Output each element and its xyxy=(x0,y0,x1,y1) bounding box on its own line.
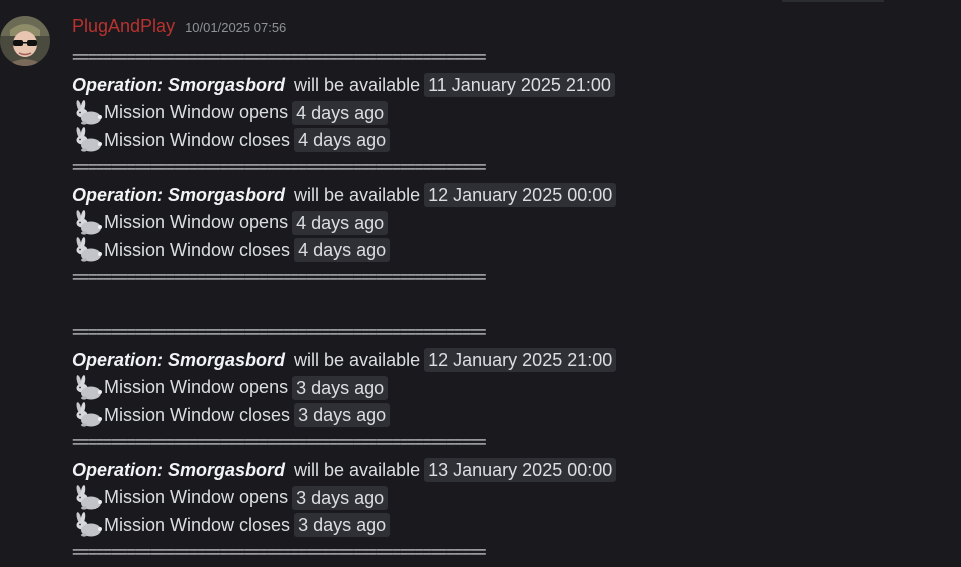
username[interactable]: PlugAndPlay xyxy=(72,16,175,37)
availability-line: Operation: Smorgasbord will be available… xyxy=(72,182,952,210)
window-closes-line: Mission Window closes 4 days ago xyxy=(72,237,952,265)
availability-text: will be available xyxy=(294,74,421,95)
window-closes-line: Mission Window closes 4 days ago xyxy=(72,127,952,155)
message-header: PlugAndPlay 10/01/2025 07:56 xyxy=(72,16,286,42)
message-timestamp[interactable]: 10/01/2025 07:56 xyxy=(185,20,286,35)
relative-time-chip[interactable]: 3 days ago xyxy=(292,485,389,510)
window-opens-line: Mission Window opens 4 days ago xyxy=(72,209,952,237)
availability-line: Operation: Smorgasbord will be available… xyxy=(72,347,952,375)
chat-message: PlugAndPlay 10/01/2025 07:56 ===========… xyxy=(0,0,961,567)
window-opens-label: Mission Window opens xyxy=(104,212,289,232)
window-opens-line: Mission Window opens 3 days ago xyxy=(72,374,952,402)
rabbit-icon xyxy=(72,99,102,126)
rabbit-icon xyxy=(72,484,102,511)
window-closes-label: Mission Window closes xyxy=(104,404,291,425)
window-opens-line: Mission Window opens 3 days ago xyxy=(72,484,952,512)
separator-line: ========================================… xyxy=(72,434,487,451)
window-closes-label: Mission Window closes xyxy=(104,239,291,260)
window-opens-label: Mission Window opens xyxy=(104,377,289,397)
operation-name: Operation: Smorgasbord xyxy=(72,459,286,480)
window-opens-line: Mission Window opens 4 days ago xyxy=(72,99,952,127)
rabbit-icon xyxy=(72,402,102,428)
operation-name: Operation: Smorgasbord xyxy=(72,74,286,95)
operation-name: Operation: Smorgasbord xyxy=(72,184,286,205)
rabbit-icon xyxy=(72,512,102,538)
window-closes-line: Mission Window closes 3 days ago xyxy=(72,402,952,430)
rabbit-icon xyxy=(72,209,102,236)
window-opens-label: Mission Window opens xyxy=(104,487,289,507)
relative-time-chip[interactable]: 3 days ago xyxy=(292,375,389,400)
window-closes-line: Mission Window closes 3 days ago xyxy=(72,512,952,540)
window-opens-label: Mission Window opens xyxy=(104,102,289,122)
separator-line: ========================================… xyxy=(72,269,487,286)
rabbit-icon xyxy=(72,237,102,263)
message-content: ========================================… xyxy=(72,44,952,567)
relative-time-chip[interactable]: 3 days ago xyxy=(294,513,391,538)
timestamp-chip[interactable]: 12 January 2025 21:00 xyxy=(424,348,617,373)
timestamp-chip[interactable]: 11 January 2025 21:00 xyxy=(424,73,615,98)
availability-text: will be available xyxy=(294,349,421,370)
relative-time-chip[interactable]: 4 days ago xyxy=(292,210,389,235)
relative-time-chip[interactable]: 4 days ago xyxy=(294,238,391,263)
operation-name: Operation: Smorgasbord xyxy=(72,349,286,370)
window-closes-label: Mission Window closes xyxy=(104,514,291,535)
avatar[interactable] xyxy=(0,16,50,66)
timestamp-chip[interactable]: 13 January 2025 00:00 xyxy=(424,458,617,483)
separator-line: ========================================… xyxy=(72,544,487,561)
separator-line: ========================================… xyxy=(72,324,487,341)
availability-line: Operation: Smorgasbord will be available… xyxy=(72,72,952,100)
availability-text: will be available xyxy=(294,459,421,480)
availability-text: will be available xyxy=(294,184,421,205)
rabbit-icon xyxy=(72,374,102,401)
availability-line: Operation: Smorgasbord will be available… xyxy=(72,457,952,485)
window-closes-label: Mission Window closes xyxy=(104,129,291,150)
timestamp-chip[interactable]: 12 January 2025 00:00 xyxy=(424,183,617,208)
relative-time-chip[interactable]: 4 days ago xyxy=(294,128,391,153)
rabbit-icon xyxy=(72,127,102,153)
relative-time-chip[interactable]: 3 days ago xyxy=(294,403,391,428)
separator-line: ========================================… xyxy=(72,159,487,176)
separator-line: ========================================… xyxy=(72,49,487,66)
relative-time-chip[interactable]: 4 days ago xyxy=(292,100,389,125)
